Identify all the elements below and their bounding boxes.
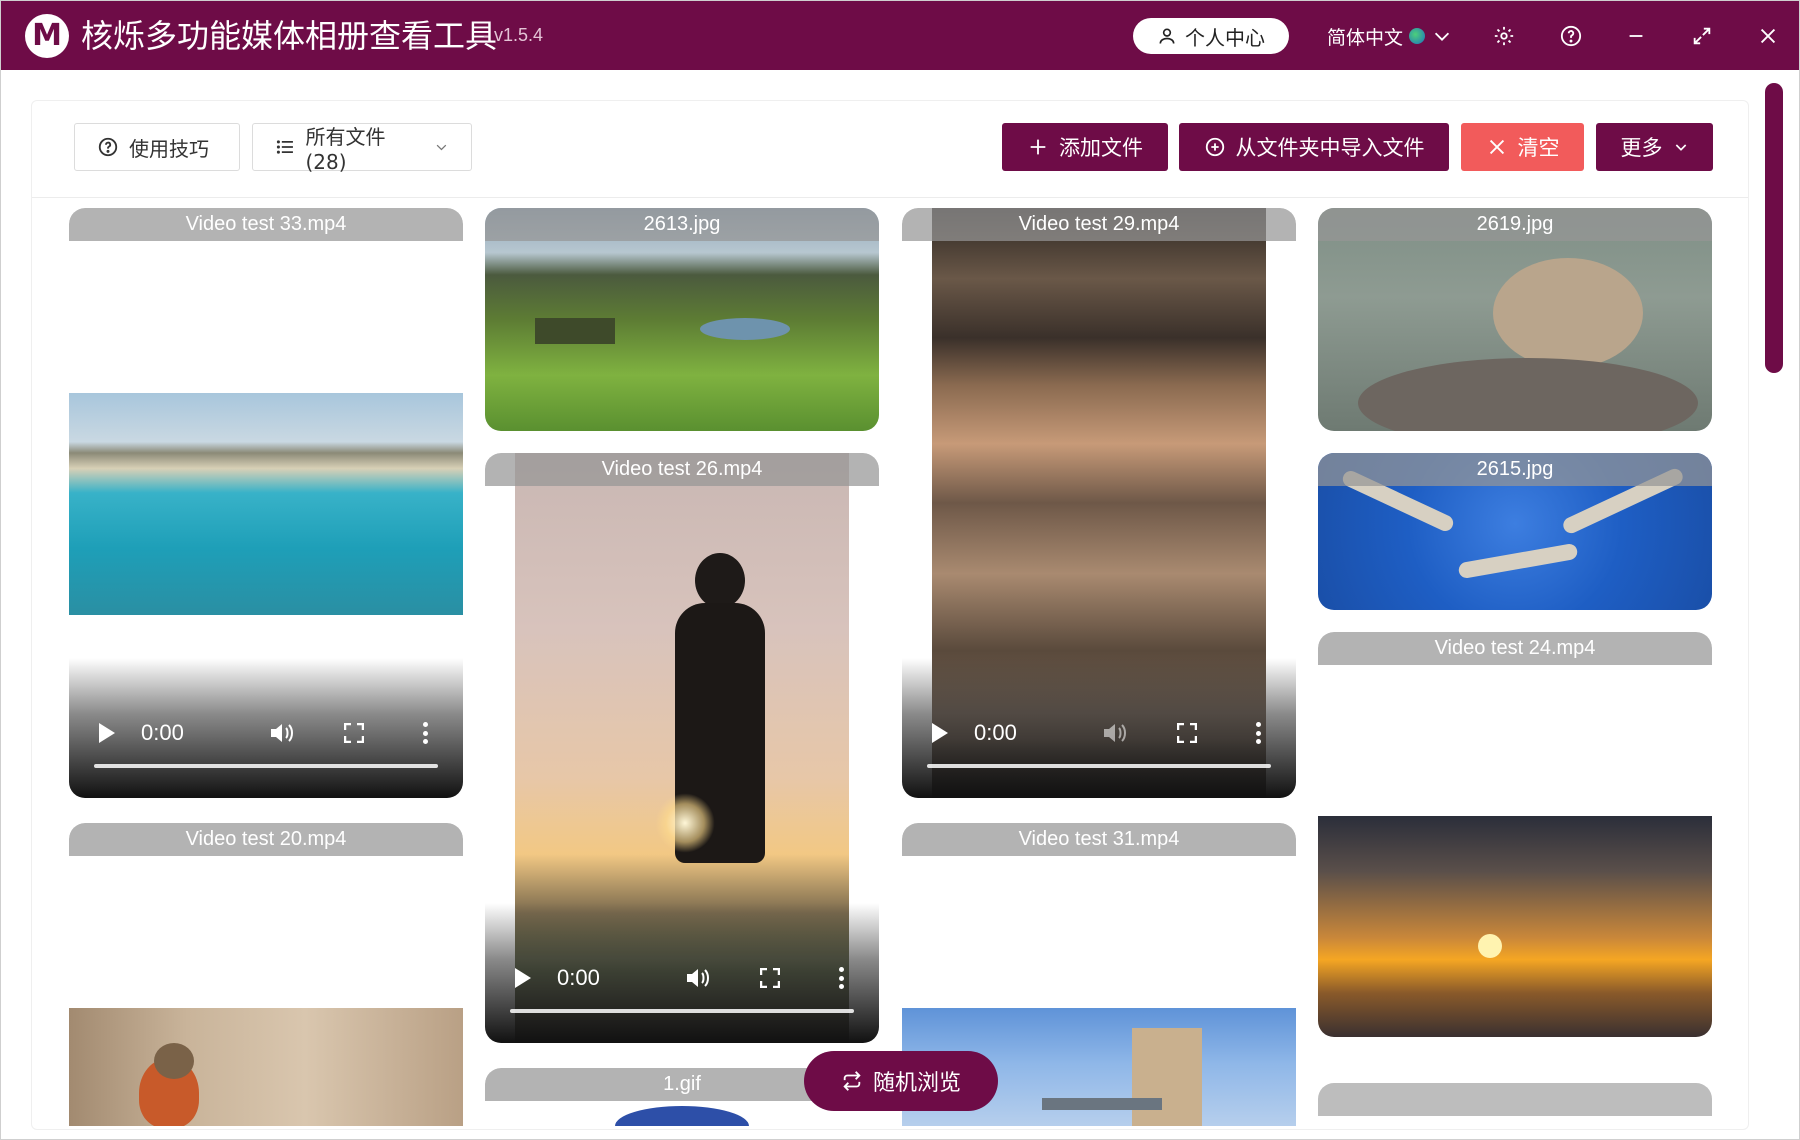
list-icon	[276, 140, 293, 154]
media-card-2615[interactable]: 2615.jpg	[1318, 453, 1712, 610]
help-circle-icon	[98, 137, 118, 157]
video-time: 0:00	[557, 965, 600, 990]
robot-thumbnail	[615, 1106, 749, 1126]
volume-icon[interactable]	[685, 967, 711, 989]
app-version: - v1.5.4	[483, 25, 544, 45]
close-icon	[1489, 139, 1504, 155]
add-files-button[interactable]: 添加文件	[1002, 123, 1168, 171]
otter-thumbnail	[1318, 208, 1712, 431]
language-select[interactable]: 简体中文	[1327, 21, 1453, 51]
tips-button[interactable]: 使用技巧	[74, 123, 240, 171]
settings-button[interactable]	[1489, 21, 1519, 51]
app-window: M 核烁多功能媒体相册查看工具 - v1.5.4 个人中心 简体中文 使用技巧 …	[0, 0, 1800, 1140]
media-caption: Video test 31.mp4	[902, 823, 1296, 856]
video-progress-bar[interactable]	[510, 1009, 854, 1013]
video-time: 0:00	[141, 720, 184, 745]
media-caption: 2615.jpg	[1318, 453, 1712, 486]
fullscreen-icon[interactable]	[344, 723, 364, 743]
play-icon[interactable]	[99, 723, 115, 743]
close-button[interactable]	[1753, 21, 1783, 51]
import-folder-button[interactable]: 从文件夹中导入文件	[1179, 123, 1449, 171]
media-caption: 2613.jpg	[485, 208, 879, 241]
video-progress-bar[interactable]	[927, 764, 1271, 768]
media-card-video-test-20[interactable]: Video test 20.mp4	[69, 823, 463, 1126]
more-label: 更多	[1620, 136, 1663, 160]
file-filter-select[interactable]: 所有文件 (28)	[252, 123, 472, 174]
user-center-button[interactable]: 个人中心	[1133, 18, 1289, 54]
minimize-icon	[1629, 35, 1643, 37]
user-icon	[1159, 28, 1175, 44]
import-folder-label: 从文件夹中导入文件	[1235, 136, 1425, 160]
play-icon[interactable]	[932, 723, 948, 743]
chevron-down-icon	[1434, 32, 1450, 41]
media-card-video-test-33[interactable]: Video test 33.mp4 0:00	[69, 208, 463, 798]
clear-button[interactable]: 清空	[1461, 123, 1584, 171]
video-progress-bar[interactable]	[94, 764, 438, 768]
gear-icon	[1494, 26, 1514, 46]
app-logo: M	[25, 14, 69, 58]
plus-icon	[1030, 139, 1046, 155]
random-browse-button[interactable]: 随机浏览	[804, 1051, 998, 1111]
media-caption: Video test 29.mp4	[902, 208, 1296, 241]
play-icon[interactable]	[515, 968, 531, 988]
valley-thumbnail	[485, 208, 879, 431]
sunset-birds-thumbnail	[1318, 816, 1712, 1037]
video-controls: 0:00	[485, 903, 879, 1043]
clear-label: 清空	[1517, 136, 1560, 160]
media-caption: Video test 33.mp4	[69, 208, 463, 241]
maximize-button[interactable]	[1687, 21, 1717, 51]
app-title: 核烁多功能媒体相册查看工具	[81, 17, 498, 55]
minimize-button[interactable]	[1621, 21, 1651, 51]
close-icon	[1760, 28, 1776, 44]
add-files-label: 添加文件	[1059, 136, 1143, 160]
title-bar: M 核烁多功能媒体相册查看工具 - v1.5.4 个人中心 简体中文	[1, 1, 1799, 70]
file-filter-label: 所有文件 (28)	[305, 124, 386, 174]
fullscreen-icon[interactable]	[760, 968, 780, 988]
language-label: 简体中文	[1327, 26, 1404, 49]
volume-icon[interactable]	[1102, 722, 1128, 744]
media-caption: 2619.jpg	[1318, 208, 1712, 241]
fullscreen-icon[interactable]	[1177, 723, 1197, 743]
robin-thumbnail	[69, 1008, 463, 1126]
video-controls: 0:00	[69, 658, 463, 798]
volume-icon[interactable]	[269, 722, 295, 744]
more-options-icon[interactable]	[839, 967, 845, 989]
media-card-2619[interactable]: 2619.jpg	[1318, 208, 1712, 431]
beach-thumbnail	[69, 393, 463, 615]
globe-icon	[1409, 28, 1426, 44]
video-controls: 0:00	[902, 658, 1296, 798]
random-browse-label: 随机浏览	[872, 1071, 961, 1096]
more-options-icon[interactable]	[1256, 722, 1262, 744]
more-options-icon[interactable]	[423, 722, 429, 744]
repeat-icon	[843, 1071, 861, 1091]
media-caption: Video test 24.mp4	[1318, 632, 1712, 665]
scrollbar-thumb[interactable]	[1765, 83, 1783, 373]
media-card-video-test-24[interactable]: Video test 24.mp4	[1318, 632, 1712, 1037]
media-card-2613[interactable]: 2613.jpg	[485, 208, 879, 431]
chevron-down-icon	[436, 144, 447, 151]
media-caption: Video test 26.mp4	[485, 453, 879, 486]
media-card-video-test-29[interactable]: Video test 29.mp4 0:00	[902, 208, 1296, 798]
media-caption: Video test 20.mp4	[69, 823, 463, 856]
user-center-label: 个人中心	[1185, 25, 1265, 50]
expand-icon	[1693, 27, 1711, 45]
tips-label: 使用技巧	[129, 136, 209, 161]
more-button[interactable]: 更多	[1596, 123, 1713, 171]
help-icon	[1560, 25, 1582, 47]
media-grid: Video test 33.mp4 0:00 Video test 20.mp4	[32, 198, 1748, 1126]
help-button[interactable]	[1556, 21, 1586, 51]
plus-circle-icon	[1205, 137, 1224, 157]
chevron-down-icon	[1675, 144, 1686, 151]
media-card-next[interactable]	[1318, 1083, 1712, 1126]
next-thumbnail	[1318, 1083, 1712, 1116]
media-card-video-test-26[interactable]: Video test 26.mp4 0:00	[485, 453, 879, 1043]
video-time: 0:00	[974, 720, 1017, 745]
